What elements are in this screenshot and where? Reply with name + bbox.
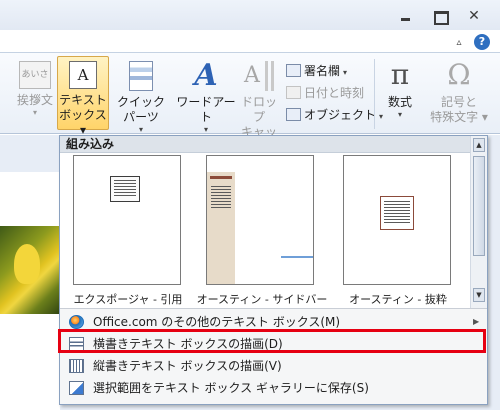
close-button[interactable]: ✕ <box>466 9 482 23</box>
gallery-menu: Office.com のその他のテキスト ボックス(M) ▶ 横書きテキスト ボ… <box>60 308 487 404</box>
symbol-label-line1: 記号と <box>440 95 477 109</box>
signature-line-label: 署名欄 <box>304 64 341 78</box>
gallery-thumbnail-austin-sidebar[interactable] <box>206 155 314 285</box>
thumbnail-label: オースティン - サイドバー <box>196 293 328 306</box>
minimize-button[interactable] <box>398 9 414 23</box>
greeting-icon: あいさつ <box>19 61 51 106</box>
text-box-button[interactable]: A テキスト ボックス ▾ <box>57 56 109 137</box>
text-box-icon: A <box>69 61 97 89</box>
word-window: ✕ ▵ ? あいさつ 挨拶文 ▾ A テキスト ボックス ▾ クイック パーツ … <box>0 0 500 410</box>
pi-icon: π <box>390 58 410 91</box>
object-icon <box>286 108 301 121</box>
date-time-button[interactable]: 日付と時刻 <box>286 83 364 103</box>
menu-item-save-selection-to-gallery[interactable]: 選択範囲をテキスト ボックス ギャラリーに保存(S) <box>63 378 485 398</box>
thumbnail-text-lines <box>384 201 410 225</box>
thumbnail-accent-line <box>281 256 313 258</box>
text-box-label-line2: ボックス <box>59 108 107 122</box>
menu-item-label: 縦書きテキスト ボックスの描画(V) <box>93 359 282 373</box>
calendar-icon <box>286 86 301 99</box>
ribbon-minimize-button[interactable]: ▵ <box>452 37 466 49</box>
drop-cap-label-line1: ドロップ <box>240 95 277 124</box>
menu-item-label: Office.com のその他のテキスト ボックス(M) <box>93 315 341 329</box>
scroll-thumb[interactable] <box>473 156 485 256</box>
equation-label: 数式 <box>387 95 412 109</box>
wordart-label: ワードアート <box>176 95 236 124</box>
help-icon[interactable]: ? <box>474 34 490 50</box>
menu-item-draw-vertical-text-box[interactable]: 縦書きテキスト ボックスの描画(V) <box>63 356 485 376</box>
thumbnail-text-lines <box>114 180 136 198</box>
office-globe-icon <box>69 315 84 329</box>
drop-cap-icon: A <box>244 61 274 91</box>
thumbnail-sidebar-rule <box>210 176 232 179</box>
text-box-gallery: 組み込み ▲ ▼ エクスポージャ - 引用 オースティン - サイドバー オース… <box>59 135 488 405</box>
scroll-up-button[interactable]: ▲ <box>473 138 485 152</box>
highlight-annotation-box <box>58 329 486 353</box>
quick-parts-button[interactable]: クイック パーツ ▾ <box>110 61 172 134</box>
menu-item-label: 選択範囲をテキスト ボックス ギャラリーに保存(S) <box>93 381 369 395</box>
quick-parts-icon <box>129 61 153 91</box>
quick-parts-label: クイック パーツ <box>116 95 165 124</box>
vertical-text-box-icon <box>69 359 84 373</box>
greeting-button[interactable]: あいさつ 挨拶文 ▾ <box>12 61 58 117</box>
object-label: オブジェクト <box>304 108 377 122</box>
chevron-down-icon: ▾ <box>481 110 488 124</box>
chevron-down-icon: ▾ <box>138 125 143 134</box>
gallery-scrollbar[interactable]: ▲ ▼ <box>470 136 487 308</box>
symbol-label-line2: 特殊文字 <box>430 110 479 124</box>
save-to-gallery-icon <box>69 381 84 395</box>
wordart-button[interactable]: A ワードアート ▾ <box>176 58 236 135</box>
thumbnail-label: エクスポージャ - 引用 <box>73 293 183 306</box>
chevron-down-icon: ▾ <box>343 68 348 77</box>
thumbnail-text-lines <box>211 186 231 208</box>
greeting-label: 挨拶文 <box>16 93 53 107</box>
title-bar: ✕ <box>0 0 500 30</box>
symbol-button[interactable]: Ω 記号と 特殊文字 ▾ <box>428 59 490 125</box>
chevron-down-icon: ▾ <box>397 110 402 119</box>
signature-icon <box>286 64 301 77</box>
wordart-icon: A <box>194 58 218 93</box>
ribbon-insert-text-group: あいさつ 挨拶文 ▾ A テキスト ボックス ▾ クイック パーツ ▾ A ワー… <box>0 52 500 154</box>
group-divider <box>374 59 375 129</box>
scroll-down-button[interactable]: ▼ <box>473 288 485 302</box>
document-photo <box>0 226 60 314</box>
omega-icon: Ω <box>447 58 471 91</box>
object-button[interactable]: オブジェクト ▾ <box>286 105 383 125</box>
date-time-label: 日付と時刻 <box>304 86 365 100</box>
gallery-thumbnail-exposure-quote[interactable] <box>73 155 181 285</box>
gallery-header: 組み込み <box>60 136 470 153</box>
thumbnail-label: オースティン - 抜粋 <box>349 293 447 306</box>
gallery-thumbnail-austin-pullquote[interactable] <box>343 155 451 285</box>
chevron-down-icon: ▾ <box>203 125 208 134</box>
equation-button[interactable]: π 数式 ▾ <box>378 58 422 120</box>
maximize-button[interactable] <box>432 9 449 25</box>
chevron-down-icon: ▾ <box>32 108 37 117</box>
signature-line-button[interactable]: 署名欄 ▾ <box>286 61 347 81</box>
text-box-label-line1: テキスト <box>59 93 107 107</box>
